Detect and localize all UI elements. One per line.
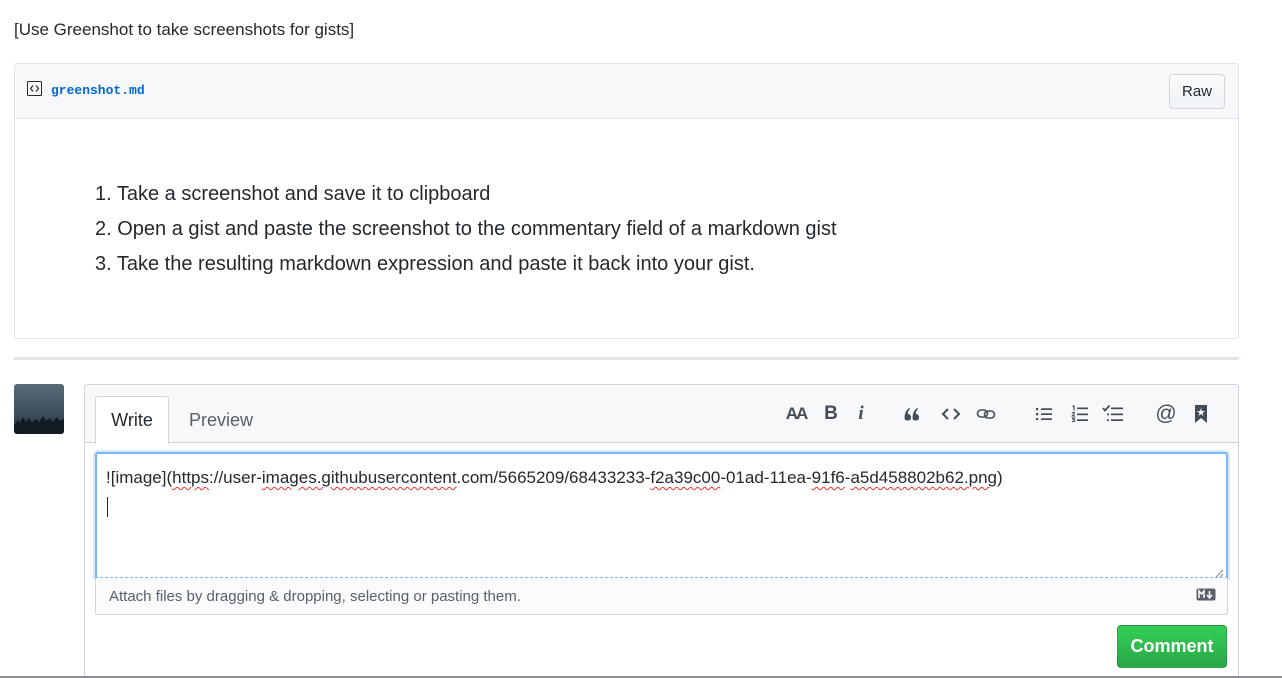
editor-tabs: Write Preview AA B i @ [85,385,1238,444]
timeline-divider [14,357,1239,360]
comment-button[interactable]: Comment [1117,625,1227,668]
markdown-icon[interactable] [1196,588,1216,601]
tab-write[interactable]: Write [95,396,169,444]
gist-description: [Use Greenshot to take screenshots for g… [14,20,355,39]
resize-handle-icon[interactable] [1214,565,1224,578]
list-item: 3. Take the resulting markdown expressio… [95,253,755,275]
instruction-list: 1. Take a screenshot and save it to clip… [95,180,837,285]
list-item: 1. Take a screenshot and save it to clip… [95,183,491,205]
markdown-body: 1. Take a screenshot and save it to clip… [15,120,1238,338]
header-text-button[interactable]: AA [785,401,809,427]
comment-form: Write Preview AA B i @ ![image](https://… [84,384,1239,678]
attach-hint: Attach files by dragging & dropping, sel… [109,588,521,605]
comment-textarea[interactable]: ![image](https://user-images.githubuserc… [95,452,1228,578]
file-attach-bar[interactable]: Attach files by dragging & dropping, sel… [95,578,1228,615]
tab-preview[interactable]: Preview [183,396,259,444]
comment-text: ![image](https://user-images.githubuserc… [106,468,1003,487]
code-file-icon [27,81,42,96]
ordered-list-icon[interactable] [1069,401,1091,427]
avatar[interactable] [14,384,64,434]
raw-button[interactable]: Raw [1169,74,1225,109]
italic-button[interactable]: i [855,401,867,427]
file-header: greenshot.md Raw [15,64,1238,119]
bold-button[interactable]: B [823,401,839,427]
link-icon[interactable] [975,401,997,427]
task-list-icon[interactable] [1101,401,1125,427]
gist-file: greenshot.md Raw 1. Take a screenshot an… [14,63,1239,339]
code-icon[interactable] [940,401,962,427]
bookmark-icon[interactable] [1193,401,1209,427]
list-item: 2. Open a gist and paste the screenshot … [95,218,837,240]
file-name-link[interactable]: greenshot.md [51,83,145,98]
mention-button[interactable]: @ [1154,401,1178,427]
text-cursor [107,497,108,517]
unordered-list-icon[interactable] [1033,401,1055,427]
quote-icon[interactable] [902,401,922,427]
